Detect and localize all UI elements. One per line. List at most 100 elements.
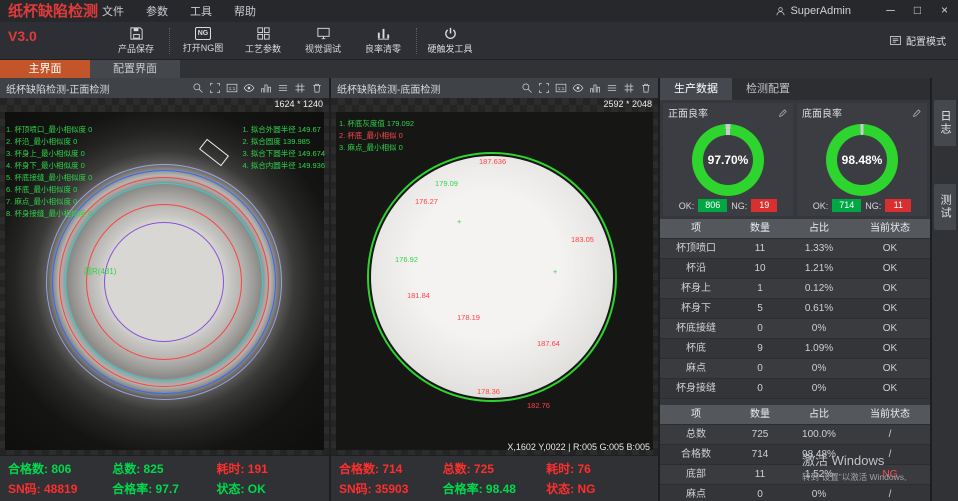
production-data-panel: 生产数据 检测配置 正面良率 97.70% OK: 806 NG: xyxy=(660,78,930,501)
ng-count-badge: 19 xyxy=(751,199,777,212)
summary-table: 项数量占比当前状态总数725100.0%/合格数71498.48%/底部111.… xyxy=(660,405,930,501)
stat-item: 耗时: 76 xyxy=(546,460,650,477)
bottom-stats: 合格数: 714总数: 725耗时: 76 SN码: 35903合格率: 98.… xyxy=(331,455,658,501)
one-to-one-icon[interactable] xyxy=(226,82,238,94)
stat-item: 合格数: 806 xyxy=(8,460,112,477)
save-icon xyxy=(129,26,144,41)
stat-item: SN码: 35903 xyxy=(339,480,443,497)
bottom-okng: OK: 714 NG: 11 xyxy=(802,199,922,212)
eye-icon[interactable] xyxy=(243,82,255,94)
annotation: 4. 拟合内圆半径 149.936 xyxy=(242,160,325,172)
grid-overlay-icon[interactable] xyxy=(623,82,635,94)
data-panel-tabbar: 生产数据 检测配置 xyxy=(660,78,930,100)
front-okng: OK: 806 NG: 19 xyxy=(668,199,788,212)
annotation: 2. 杯沿_最小相似度 0 xyxy=(6,136,92,148)
zoom-icon[interactable] xyxy=(192,82,204,94)
hard-trigger-button[interactable]: 硬触发工具 xyxy=(420,26,480,55)
annotation: 4. 杯身下_最小相似度 0 xyxy=(6,160,92,172)
measurement-label: 187.64 xyxy=(537,338,560,350)
bottom-yield-donut: 98.48% xyxy=(826,124,898,196)
tab-log[interactable]: 日志 xyxy=(934,100,956,146)
table-row: 杯底接缝00%OK xyxy=(660,319,930,339)
annotation: 1. 拟合外圆半径 149.67 xyxy=(242,124,325,136)
bottom-inspection-panel: 纸杯缺陷检测-底面检测 2592 * 2048 1. 杯 xyxy=(331,78,658,501)
tab-inspection-config[interactable]: 检测配置 xyxy=(732,78,804,100)
front-center-label: 圆R(431) xyxy=(84,266,116,277)
overlay-circle-purple xyxy=(104,222,224,342)
power-icon xyxy=(443,26,458,41)
measurement-label: 178.36 xyxy=(477,386,500,398)
stat-item: 总数: 725 xyxy=(443,460,547,477)
list-icon[interactable] xyxy=(277,82,289,94)
annotation: 2. 拟合圆度 139.985 xyxy=(242,136,325,148)
tab-main-view[interactable]: 主界面 xyxy=(0,60,90,78)
fit-screen-icon[interactable] xyxy=(209,82,221,94)
process-params-button[interactable]: 工艺参数 xyxy=(233,26,293,55)
trash-icon[interactable] xyxy=(640,82,652,94)
user-name: SuperAdmin xyxy=(790,5,851,17)
table-row: 杯底91.09%OK xyxy=(660,339,930,359)
tab-test[interactable]: 测试 xyxy=(934,184,956,230)
tab-config-view[interactable]: 配置界面 xyxy=(90,60,180,78)
table-row: 底部111.52%NG xyxy=(660,465,930,485)
tab-production-data[interactable]: 生产数据 xyxy=(660,78,732,100)
histogram-icon[interactable] xyxy=(589,82,601,94)
app-name: 纸杯缺陷检测 xyxy=(8,3,98,22)
measurement-label: 187.636 xyxy=(479,156,506,168)
ng-image-icon: NG xyxy=(195,27,212,40)
minimize-button[interactable]: ─ xyxy=(877,0,904,22)
config-mode-button[interactable]: 配置模式 xyxy=(889,33,946,48)
front-inspection-panel: 纸杯缺陷检测-正面检测 1624 * 1240 xyxy=(0,78,329,501)
annotation: 8. 杯身接缝_最小相似度 0 xyxy=(6,208,92,220)
save-product-button[interactable]: 产品保存 xyxy=(106,26,166,55)
eye-icon[interactable] xyxy=(572,82,584,94)
front-annotations-right: 1. 拟合外圆半径 149.672. 拟合圆度 139.9853. 拟合下圆半径… xyxy=(242,124,325,172)
stat-item: SN码: 48819 xyxy=(8,480,112,497)
grid-icon xyxy=(256,26,271,41)
stat-item: 合格率: 98.48 xyxy=(443,480,547,497)
table-row: 杯顶喷口111.33%OK xyxy=(660,239,930,259)
menu-help[interactable]: 帮助 xyxy=(234,3,256,19)
front-panel-header: 纸杯缺陷检测-正面检测 xyxy=(0,78,329,98)
user-account[interactable]: SuperAdmin xyxy=(775,5,851,17)
zoom-icon[interactable] xyxy=(521,82,533,94)
table-header-row: 项数量占比当前状态 xyxy=(660,219,930,239)
front-image-view[interactable]: 1624 * 1240 1. 杯顶喷口_最小相似度 02. 杯沿_最小相似度 0… xyxy=(0,98,329,455)
one-to-one-icon[interactable] xyxy=(555,82,567,94)
bottom-yield-percent: 98.48% xyxy=(826,124,898,196)
front-annotations-left: 1. 杯顶喷口_最小相似度 02. 杯沿_最小相似度 03. 杯身上_最小相似度… xyxy=(6,124,92,220)
trash-icon[interactable] xyxy=(311,82,323,94)
bar-chart-icon xyxy=(376,26,391,41)
edit-icon[interactable] xyxy=(912,108,922,118)
edit-icon[interactable] xyxy=(778,108,788,118)
menu-file[interactable]: 文件 xyxy=(102,3,124,19)
bottom-panel-title: 纸杯缺陷检测-底面检测 xyxy=(337,81,440,96)
table-row: 杯身上10.12%OK xyxy=(660,279,930,299)
table-row: 麻点00%OK xyxy=(660,359,930,379)
measurement-label: + xyxy=(457,216,461,228)
stat-item: 状态: NG xyxy=(546,480,650,497)
annotation: 6. 杯底_最小相似度 0 xyxy=(6,184,92,196)
histogram-icon[interactable] xyxy=(260,82,272,94)
bottom-resolution: 2592 * 2048 xyxy=(603,99,652,109)
front-resolution: 1624 * 1240 xyxy=(274,99,323,109)
maximize-button[interactable]: □ xyxy=(904,0,931,22)
table-header-row: 项数量占比当前状态 xyxy=(660,405,930,425)
front-yield-title: 正面良率 xyxy=(668,105,708,120)
grid-overlay-icon[interactable] xyxy=(294,82,306,94)
menu-tools[interactable]: 工具 xyxy=(190,3,212,19)
app-window: 纸杯缺陷检测 V3.0 文件 参数 工具 帮助 SuperAdmin ─ □ ×… xyxy=(0,0,958,501)
annotation: 1. 杯顶喷口_最小相似度 0 xyxy=(6,124,92,136)
menu-params[interactable]: 参数 xyxy=(146,3,168,19)
list-icon[interactable] xyxy=(606,82,618,94)
bottom-image-view[interactable]: 2592 * 2048 1. 杯底灰度值 179.0922. 杯底_最小相似 0… xyxy=(331,98,658,455)
open-ng-image-button[interactable]: NG 打开NG图 xyxy=(173,27,233,54)
image-toolbar xyxy=(192,82,323,94)
vision-debug-button[interactable]: 视觉调试 xyxy=(293,26,353,55)
close-button[interactable]: × xyxy=(931,0,958,22)
front-panel-title: 纸杯缺陷检测-正面检测 xyxy=(6,81,109,96)
bottom-panel-header: 纸杯缺陷检测-底面检测 xyxy=(331,78,658,98)
annotation: 7. 麻点_最小相似度 0 xyxy=(6,196,92,208)
yield-reset-button[interactable]: 良率清零 xyxy=(353,26,413,55)
fit-screen-icon[interactable] xyxy=(538,82,550,94)
